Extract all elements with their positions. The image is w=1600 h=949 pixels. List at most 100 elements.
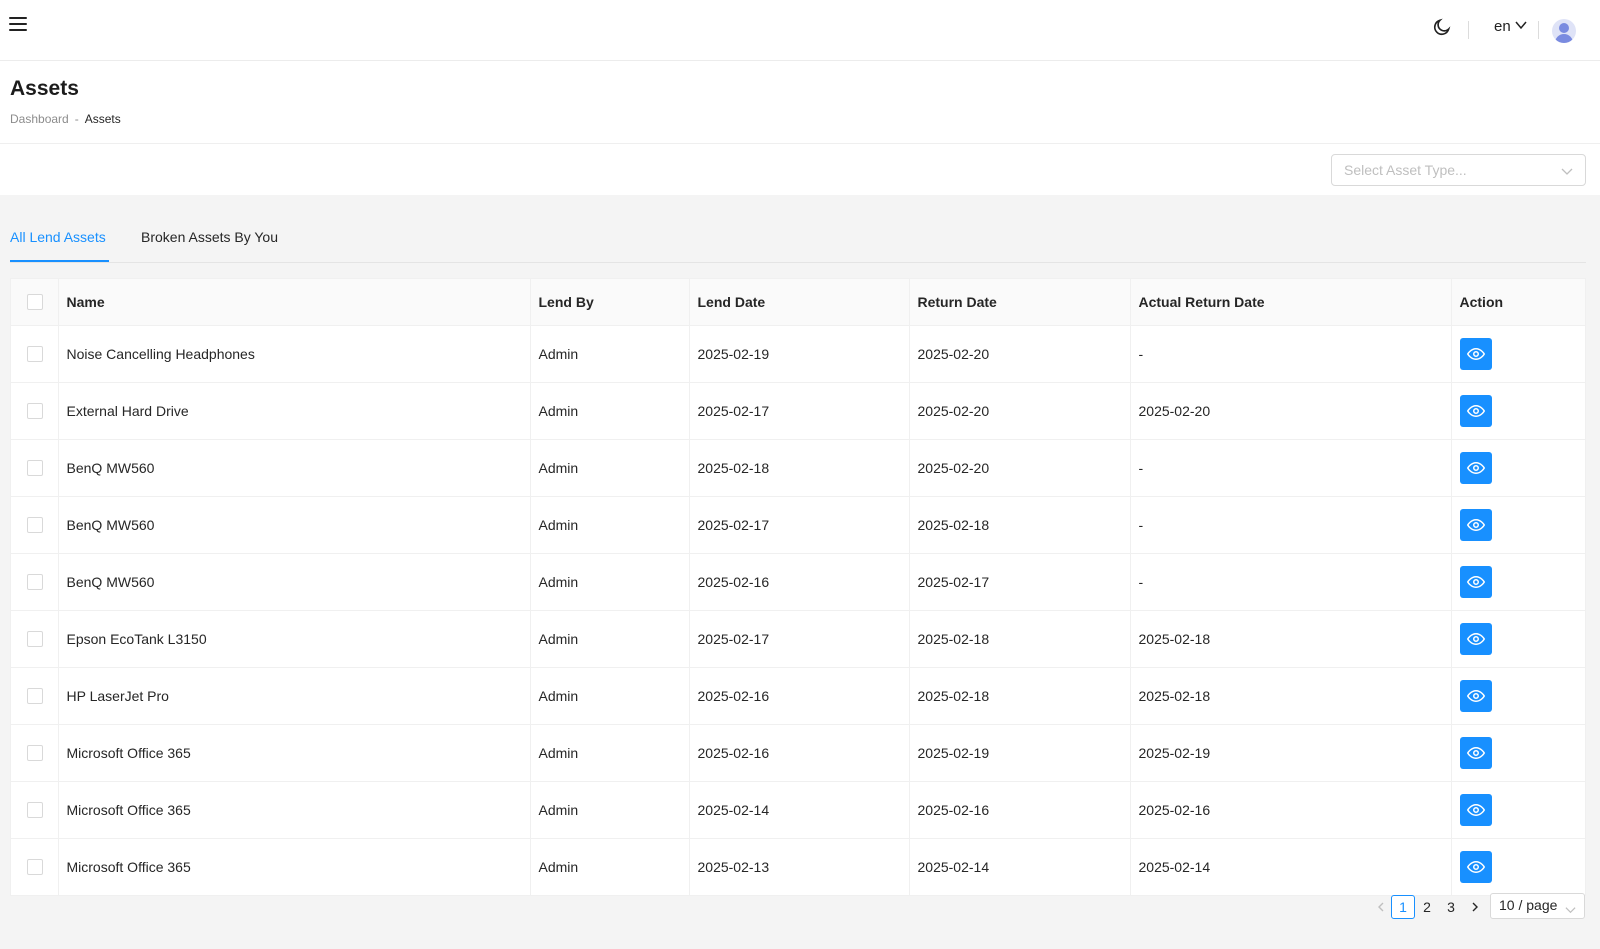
eye-icon (1466, 630, 1485, 648)
cell-action (1451, 496, 1585, 554)
page-1[interactable]: 1 (1391, 895, 1415, 919)
cell-return-date: 2025-02-16 (909, 781, 1131, 839)
cell-lend-date: 2025-02-19 (689, 325, 910, 383)
table-header-row: Name Lend By Lend Date Return Date Actua… (11, 279, 1585, 326)
cell-action (1451, 838, 1585, 895)
row-checkbox[interactable] (27, 802, 43, 819)
table-row: Epson EcoTank L3150 Admin 2025-02-17 2025-0… (11, 610, 1585, 668)
column-header-actual-return-date[interactable]: Actual Return Date (1130, 279, 1452, 326)
asset-type-select[interactable]: Select Asset Type... (1331, 154, 1586, 186)
cell-return-date: 2025-02-20 (909, 439, 1131, 497)
column-header-action: Action (1451, 279, 1585, 326)
cell-lend-by: Admin (530, 781, 690, 839)
row-select-cell (11, 496, 59, 554)
cell-actual-return-date: 2025-02-16 (1130, 781, 1452, 839)
cell-lend-by: Admin (530, 838, 690, 895)
view-button[interactable] (1459, 451, 1492, 484)
chevron-down-icon (1565, 902, 1576, 914)
row-select-cell (11, 838, 59, 895)
table-row: BenQ MW560 Admin 2025-02-16 2025-02-17- (11, 553, 1585, 611)
cell-name: BenQ MW560 (58, 496, 531, 554)
cell-action (1451, 382, 1585, 440)
column-header-lend-date[interactable]: Lend Date (689, 279, 910, 326)
page-header: Assets Dashboard - Assets (0, 61, 1600, 144)
row-select-cell (11, 610, 59, 668)
table-row: Noise Cancelling Headphones Admin 2025-02-… (11, 325, 1585, 383)
view-button[interactable] (1459, 736, 1492, 769)
cell-actual-return-date: 2025-02-14 (1130, 838, 1452, 895)
view-button[interactable] (1459, 508, 1492, 541)
row-checkbox[interactable] (27, 403, 43, 420)
tabs: All Lend Assets Broken Assets By You (10, 195, 1586, 263)
column-header-return-date[interactable]: Return Date (909, 279, 1131, 326)
select-all-checkbox[interactable] (27, 294, 43, 311)
cell-lend-date: 2025-02-16 (689, 667, 910, 725)
table-row: Microsoft Office 365 Admin 2025-02-13 2025-… (11, 838, 1585, 895)
user-avatar-icon[interactable] (1552, 19, 1576, 43)
row-checkbox[interactable] (27, 346, 43, 363)
page-size-select[interactable]: 10 / page (1490, 893, 1585, 919)
chevron-down-icon (1561, 164, 1573, 176)
view-button[interactable] (1459, 337, 1492, 370)
row-select-cell (11, 439, 59, 497)
cell-name: Noise Cancelling Headphones (58, 325, 531, 383)
cell-lend-date: 2025-02-17 (689, 382, 910, 440)
row-checkbox[interactable] (27, 859, 43, 876)
menu-icon[interactable] (9, 14, 29, 34)
cell-actual-return-date: 2025-02-20 (1130, 382, 1452, 440)
row-select-cell (11, 382, 59, 440)
table-row: BenQ MW560 Admin 2025-02-17 2025-02-18- (11, 496, 1585, 554)
cell-return-date: 2025-02-17 (909, 553, 1131, 611)
view-button[interactable] (1459, 679, 1492, 712)
cell-return-date: 2025-02-19 (909, 724, 1131, 782)
row-checkbox[interactable] (27, 688, 43, 705)
language-dropdown[interactable]: en (1494, 18, 1527, 35)
column-header-name[interactable]: Name (58, 279, 531, 326)
breadcrumb-dashboard[interactable]: Dashboard (10, 112, 69, 126)
cell-return-date: 2025-02-18 (909, 610, 1131, 668)
page-3[interactable]: 3 (1439, 895, 1463, 919)
cell-lend-by: Admin (530, 496, 690, 554)
view-button[interactable] (1459, 622, 1492, 655)
tab-broken-assets[interactable]: Broken Assets By You (141, 229, 278, 245)
cell-return-date: 2025-02-18 (909, 496, 1131, 554)
tab-active-indicator (10, 260, 109, 262)
chevron-right-icon[interactable] (1463, 895, 1487, 919)
row-select-cell (11, 781, 59, 839)
cell-actual-return-date: 2025-02-18 (1130, 610, 1452, 668)
cell-lend-date: 2025-02-17 (689, 610, 910, 668)
breadcrumb: Dashboard - Assets (10, 112, 121, 126)
cell-actual-return-date: - (1130, 553, 1452, 611)
row-checkbox[interactable] (27, 460, 43, 477)
moon-icon[interactable] (1432, 17, 1456, 41)
row-checkbox[interactable] (27, 574, 43, 591)
page-2[interactable]: 2 (1415, 895, 1439, 919)
cell-action (1451, 724, 1585, 782)
view-button[interactable] (1459, 565, 1492, 598)
tab-all-lend-assets[interactable]: All Lend Assets (10, 229, 106, 245)
cell-lend-by: Admin (530, 325, 690, 383)
eye-icon (1466, 744, 1485, 762)
cell-lend-by: Admin (530, 724, 690, 782)
content-area: All Lend Assets Broken Assets By You Nam… (0, 195, 1600, 949)
row-checkbox[interactable] (27, 517, 43, 534)
filter-bar: Select Asset Type... (0, 144, 1600, 195)
eye-icon (1466, 687, 1485, 705)
view-button[interactable] (1459, 793, 1492, 826)
view-button[interactable] (1459, 394, 1492, 427)
select-all-cell (11, 279, 59, 326)
row-checkbox[interactable] (27, 745, 43, 762)
row-checkbox[interactable] (27, 631, 43, 648)
page-title: Assets (10, 77, 79, 100)
column-header-lend-by[interactable]: Lend By (530, 279, 690, 326)
chevron-down-icon (1515, 18, 1527, 35)
table-row: BenQ MW560 Admin 2025-02-18 2025-02-20- (11, 439, 1585, 497)
cell-actual-return-date: - (1130, 496, 1452, 554)
cell-lend-date: 2025-02-16 (689, 724, 910, 782)
view-button[interactable] (1459, 850, 1492, 883)
cell-name: Microsoft Office 365 (58, 838, 531, 895)
chevron-left-icon[interactable] (1369, 895, 1393, 919)
table-row: Microsoft Office 365 Admin 2025-02-16 2025-… (11, 724, 1585, 782)
cell-name: Microsoft Office 365 (58, 781, 531, 839)
cell-action (1451, 439, 1585, 497)
